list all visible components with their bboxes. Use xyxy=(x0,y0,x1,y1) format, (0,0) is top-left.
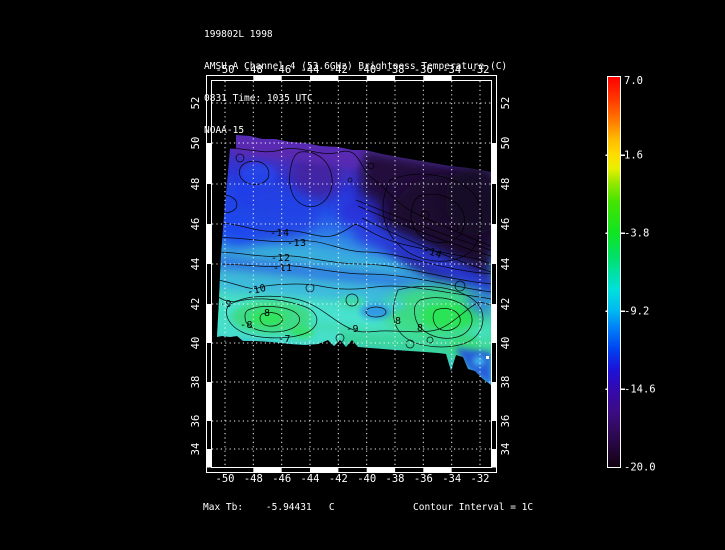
lat-axis-right: 52 50 48 46 44 42 40 38 36 34 xyxy=(500,97,512,456)
plot-footer: Max Tb: -5.94431 C Contour Interval = 1C xyxy=(0,502,725,546)
lon-tick-label: -38 xyxy=(386,473,405,485)
lon-axis-bottom: -50 -48 -46 -44 -42 -40 -38 -36 -34 -32 xyxy=(216,473,490,485)
colorbar-label: 1.6 xyxy=(624,150,643,162)
lon-tick-label: -32 xyxy=(471,473,490,485)
colorbar-label: -3.8 xyxy=(624,228,649,240)
lat-tick-label: 50 xyxy=(190,137,202,150)
lat-tick-label: 48 xyxy=(500,178,512,191)
lon-tick-label: -42 xyxy=(329,473,348,485)
colorbar-label: -20.0 xyxy=(624,462,656,474)
missing-data-pixel xyxy=(486,356,489,359)
lon-tick-label: -42 xyxy=(329,64,348,76)
contour-label: -8 xyxy=(240,320,253,331)
contour-label: 8 xyxy=(264,308,271,319)
lat-axis-left: 52 50 48 46 44 42 40 38 36 34 xyxy=(190,97,202,456)
colorbar-label: 7.0 xyxy=(624,75,643,87)
lat-tick-label: 38 xyxy=(500,376,512,389)
lat-tick-label: 36 xyxy=(500,415,512,428)
lon-axis-top: -50 -48 -46 -44 -42 -40 -38 -36 -34 -32 xyxy=(216,64,490,76)
colorbar: 7.0 1.6 -3.8 -9.2 -14.6 -20.0 xyxy=(606,75,656,474)
lat-tick-label: 38 xyxy=(190,376,202,389)
lat-tick-label: 42 xyxy=(500,298,512,311)
lat-tick-label: 40 xyxy=(500,337,512,350)
lat-tick-label: 36 xyxy=(190,415,202,428)
lat-tick-label: 52 xyxy=(500,97,512,110)
lat-tick-label: 34 xyxy=(190,443,202,456)
lat-tick-label: 34 xyxy=(500,443,512,456)
lon-tick-label: -46 xyxy=(272,473,291,485)
lon-tick-label: -50 xyxy=(216,473,235,485)
contour-interval-readout: Contour Interval = 1C xyxy=(413,502,533,513)
lon-tick-label: -44 xyxy=(301,64,320,76)
contour-label: -11 xyxy=(273,263,293,274)
contour-label: 8 xyxy=(417,323,424,334)
colorbar-label: -14.6 xyxy=(624,384,656,396)
lon-tick-label: -48 xyxy=(244,473,263,485)
lat-tick-label: 46 xyxy=(500,218,512,231)
lon-tick-label: -32 xyxy=(471,64,490,76)
lon-tick-label: -38 xyxy=(386,64,405,76)
lon-tick-label: -50 xyxy=(216,64,235,76)
contour-label: -9 xyxy=(346,324,359,335)
contour-label: -7 xyxy=(278,334,291,345)
contour-label: 8 xyxy=(395,316,402,327)
lon-tick-label: -40 xyxy=(357,473,376,485)
lon-tick-label: -34 xyxy=(442,64,461,76)
lat-tick-label: 40 xyxy=(190,337,202,350)
lon-tick-label: -48 xyxy=(244,64,263,76)
colorbar-gradient xyxy=(608,77,621,468)
map-plot: -14 -13 -12 -11 -10 -9 -8 8 -7 -9 8 8 -1… xyxy=(0,0,725,550)
colorbar-label: -9.2 xyxy=(624,306,649,318)
contour-label: -13 xyxy=(287,238,307,249)
lon-tick-label: -40 xyxy=(357,64,376,76)
lon-tick-label: -36 xyxy=(414,64,433,76)
lat-tick-label: 48 xyxy=(190,178,202,191)
lat-tick-label: 42 xyxy=(190,298,202,311)
lon-tick-label: -46 xyxy=(272,64,291,76)
lat-tick-label: 44 xyxy=(500,258,512,271)
lat-tick-label: 44 xyxy=(190,258,202,271)
lat-tick-label: 50 xyxy=(500,137,512,150)
lon-tick-label: -34 xyxy=(442,473,461,485)
plot-screen: 199802L 1998 AMSU-A Channel 4 (53.6GHz) … xyxy=(0,0,725,550)
max-tb-readout: Max Tb: -5.94431 C xyxy=(203,502,335,513)
lon-tick-label: -36 xyxy=(414,473,433,485)
lon-tick-label: -44 xyxy=(301,473,320,485)
lat-tick-label: 52 xyxy=(190,97,202,110)
brightness-temperature-field: -14 -13 -12 -11 -10 -9 -8 8 -7 -9 8 8 -1… xyxy=(210,130,506,390)
lat-tick-label: 46 xyxy=(190,218,202,231)
